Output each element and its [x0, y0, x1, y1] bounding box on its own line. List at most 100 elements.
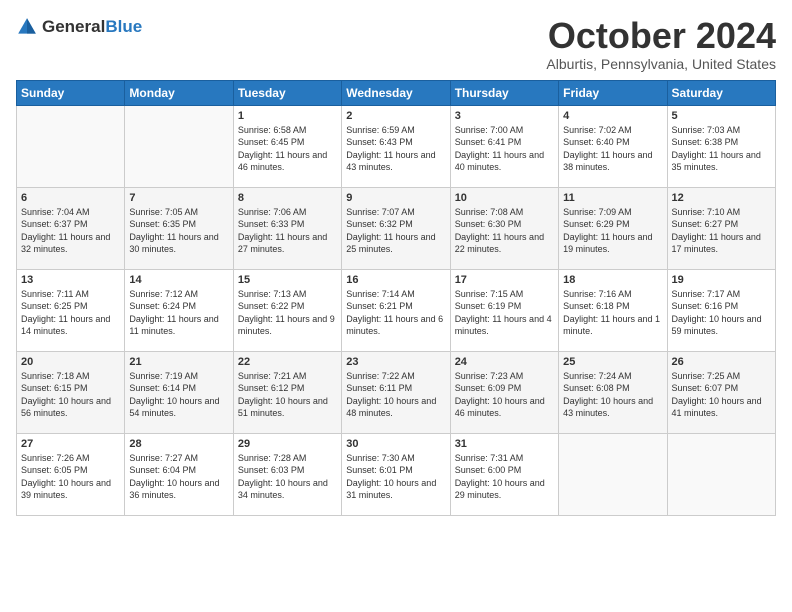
calendar-cell: 28 Sunrise: 7:27 AM Sunset: 6:04 PM Dayli… [125, 433, 233, 515]
calendar-cell: 22 Sunrise: 7:21 AM Sunset: 6:12 PM Dayli… [233, 351, 341, 433]
calendar-table: SundayMondayTuesdayWednesdayThursdayFrid… [16, 80, 776, 516]
calendar-cell: 26Sunrise: 7:25 AM Sunset: 6:07 PM Dayli… [667, 351, 775, 433]
day-info: Sunrise: 7:18 AM Sunset: 6:15 PM Dayligh… [21, 370, 120, 420]
calendar-cell: 9 Sunrise: 7:07 AM Sunset: 6:32 PM Daylig… [342, 187, 450, 269]
calendar-cell: 19 Sunrise: 7:17 AM Sunset: 6:16 PM Dayli… [667, 269, 775, 351]
calendar-week-row: 13Sunrise: 7:11 AM Sunset: 6:25 PM Dayli… [17, 269, 776, 351]
weekday-header-monday: Monday [125, 80, 233, 105]
day-number: 12 [672, 192, 771, 204]
logo-general: GeneralBlue [42, 17, 142, 37]
day-info: Sunrise: 7:04 AM Sunset: 6:37 PM Dayligh… [21, 206, 120, 256]
calendar-cell: 14Sunrise: 7:12 AM Sunset: 6:24 PM Dayli… [125, 269, 233, 351]
day-info: Sunrise: 7:30 AM Sunset: 6:01 PM Dayligh… [346, 452, 445, 502]
calendar-week-row: 1Sunrise: 6:58 AM Sunset: 6:45 PM Daylig… [17, 105, 776, 187]
day-info: Sunrise: 7:10 AM Sunset: 6:27 PM Dayligh… [672, 206, 771, 256]
calendar-cell: 10 Sunrise: 7:08 AM Sunset: 6:30 PM Dayli… [450, 187, 558, 269]
day-number: 25 [563, 356, 662, 368]
day-number: 10 [455, 192, 554, 204]
calendar-cell: 23Sunrise: 7:22 AM Sunset: 6:11 PM Dayli… [342, 351, 450, 433]
calendar-cell: 29 Sunrise: 7:28 AM Sunset: 6:03 PM Dayli… [233, 433, 341, 515]
calendar-cell: 30 Sunrise: 7:30 AM Sunset: 6:01 PM Dayli… [342, 433, 450, 515]
day-info: Sunrise: 7:16 AM Sunset: 6:18 PM Dayligh… [563, 288, 662, 338]
calendar-cell: 24 Sunrise: 7:23 AM Sunset: 6:09 PM Dayli… [450, 351, 558, 433]
day-number: 9 [346, 192, 445, 204]
calendar-week-row: 27 Sunrise: 7:26 AM Sunset: 6:05 PM Dayli… [17, 433, 776, 515]
calendar-cell: 7 Sunrise: 7:05 AM Sunset: 6:35 PM Daylig… [125, 187, 233, 269]
day-number: 11 [563, 192, 662, 204]
day-info: Sunrise: 7:05 AM Sunset: 6:35 PM Dayligh… [129, 206, 228, 256]
weekday-header-saturday: Saturday [667, 80, 775, 105]
calendar-cell: 6Sunrise: 7:04 AM Sunset: 6:37 PM Daylig… [17, 187, 125, 269]
calendar-cell [125, 105, 233, 187]
day-number: 29 [238, 438, 337, 450]
calendar-cell: 20 Sunrise: 7:18 AM Sunset: 6:15 PM Dayli… [17, 351, 125, 433]
logo-icon [16, 16, 38, 38]
weekday-header-tuesday: Tuesday [233, 80, 341, 105]
day-info: Sunrise: 7:23 AM Sunset: 6:09 PM Dayligh… [455, 370, 554, 420]
day-info: Sunrise: 7:19 AM Sunset: 6:14 PM Dayligh… [129, 370, 228, 420]
calendar-cell: 13Sunrise: 7:11 AM Sunset: 6:25 PM Dayli… [17, 269, 125, 351]
day-info: Sunrise: 6:59 AM Sunset: 6:43 PM Dayligh… [346, 124, 445, 174]
day-number: 18 [563, 274, 662, 286]
day-info: Sunrise: 7:15 AM Sunset: 6:19 PM Dayligh… [455, 288, 554, 338]
day-info: Sunrise: 7:26 AM Sunset: 6:05 PM Dayligh… [21, 452, 120, 502]
day-info: Sunrise: 7:00 AM Sunset: 6:41 PM Dayligh… [455, 124, 554, 174]
calendar-cell: 5 Sunrise: 7:03 AM Sunset: 6:38 PM Daylig… [667, 105, 775, 187]
day-number: 30 [346, 438, 445, 450]
day-number: 15 [238, 274, 337, 286]
calendar-week-row: 20 Sunrise: 7:18 AM Sunset: 6:15 PM Dayli… [17, 351, 776, 433]
calendar-cell [559, 433, 667, 515]
logo: GeneralBlue [16, 16, 142, 38]
calendar-cell: 17 Sunrise: 7:15 AM Sunset: 6:19 PM Dayli… [450, 269, 558, 351]
day-number: 27 [21, 438, 120, 450]
day-info: Sunrise: 7:21 AM Sunset: 6:12 PM Dayligh… [238, 370, 337, 420]
day-number: 26 [672, 356, 771, 368]
day-number: 16 [346, 274, 445, 286]
day-info: Sunrise: 7:24 AM Sunset: 6:08 PM Dayligh… [563, 370, 662, 420]
day-number: 24 [455, 356, 554, 368]
day-info: Sunrise: 7:07 AM Sunset: 6:32 PM Dayligh… [346, 206, 445, 256]
day-number: 20 [21, 356, 120, 368]
day-info: Sunrise: 7:09 AM Sunset: 6:29 PM Dayligh… [563, 206, 662, 256]
calendar-header: SundayMondayTuesdayWednesdayThursdayFrid… [17, 80, 776, 105]
calendar-cell: 21Sunrise: 7:19 AM Sunset: 6:14 PM Dayli… [125, 351, 233, 433]
day-number: 17 [455, 274, 554, 286]
month-title: October 2024 [546, 16, 776, 56]
weekday-header-row: SundayMondayTuesdayWednesdayThursdayFrid… [17, 80, 776, 105]
day-number: 3 [455, 110, 554, 122]
calendar-cell: 2 Sunrise: 6:59 AM Sunset: 6:43 PM Daylig… [342, 105, 450, 187]
title-block: October 2024 Alburtis, Pennsylvania, Uni… [546, 16, 776, 72]
day-number: 4 [563, 110, 662, 122]
day-number: 28 [129, 438, 228, 450]
day-number: 19 [672, 274, 771, 286]
calendar-cell [17, 105, 125, 187]
page-header: GeneralBlue October 2024 Alburtis, Penns… [16, 16, 776, 72]
day-info: Sunrise: 7:08 AM Sunset: 6:30 PM Dayligh… [455, 206, 554, 256]
day-info: Sunrise: 7:31 AM Sunset: 6:00 PM Dayligh… [455, 452, 554, 502]
calendar-cell: 11 Sunrise: 7:09 AM Sunset: 6:29 PM Dayli… [559, 187, 667, 269]
calendar-cell: 3 Sunrise: 7:00 AM Sunset: 6:41 PM Daylig… [450, 105, 558, 187]
calendar-body: 1Sunrise: 6:58 AM Sunset: 6:45 PM Daylig… [17, 105, 776, 515]
calendar-week-row: 6Sunrise: 7:04 AM Sunset: 6:37 PM Daylig… [17, 187, 776, 269]
day-number: 23 [346, 356, 445, 368]
calendar-cell: 15Sunrise: 7:13 AM Sunset: 6:22 PM Dayli… [233, 269, 341, 351]
calendar-cell: 1Sunrise: 6:58 AM Sunset: 6:45 PM Daylig… [233, 105, 341, 187]
day-info: Sunrise: 7:11 AM Sunset: 6:25 PM Dayligh… [21, 288, 120, 338]
day-info: Sunrise: 7:14 AM Sunset: 6:21 PM Dayligh… [346, 288, 445, 338]
calendar-cell: 4 Sunrise: 7:02 AM Sunset: 6:40 PM Daylig… [559, 105, 667, 187]
calendar-cell: 31Sunrise: 7:31 AM Sunset: 6:00 PM Dayli… [450, 433, 558, 515]
day-info: Sunrise: 7:17 AM Sunset: 6:16 PM Dayligh… [672, 288, 771, 338]
day-number: 5 [672, 110, 771, 122]
weekday-header-friday: Friday [559, 80, 667, 105]
day-number: 8 [238, 192, 337, 204]
calendar-cell: 16 Sunrise: 7:14 AM Sunset: 6:21 PM Dayli… [342, 269, 450, 351]
day-number: 2 [346, 110, 445, 122]
day-info: Sunrise: 7:27 AM Sunset: 6:04 PM Dayligh… [129, 452, 228, 502]
day-info: Sunrise: 7:28 AM Sunset: 6:03 PM Dayligh… [238, 452, 337, 502]
day-info: Sunrise: 7:03 AM Sunset: 6:38 PM Dayligh… [672, 124, 771, 174]
day-number: 22 [238, 356, 337, 368]
calendar-cell: 25 Sunrise: 7:24 AM Sunset: 6:08 PM Dayli… [559, 351, 667, 433]
day-number: 7 [129, 192, 228, 204]
calendar-cell: 27 Sunrise: 7:26 AM Sunset: 6:05 PM Dayli… [17, 433, 125, 515]
day-info: Sunrise: 7:02 AM Sunset: 6:40 PM Dayligh… [563, 124, 662, 174]
